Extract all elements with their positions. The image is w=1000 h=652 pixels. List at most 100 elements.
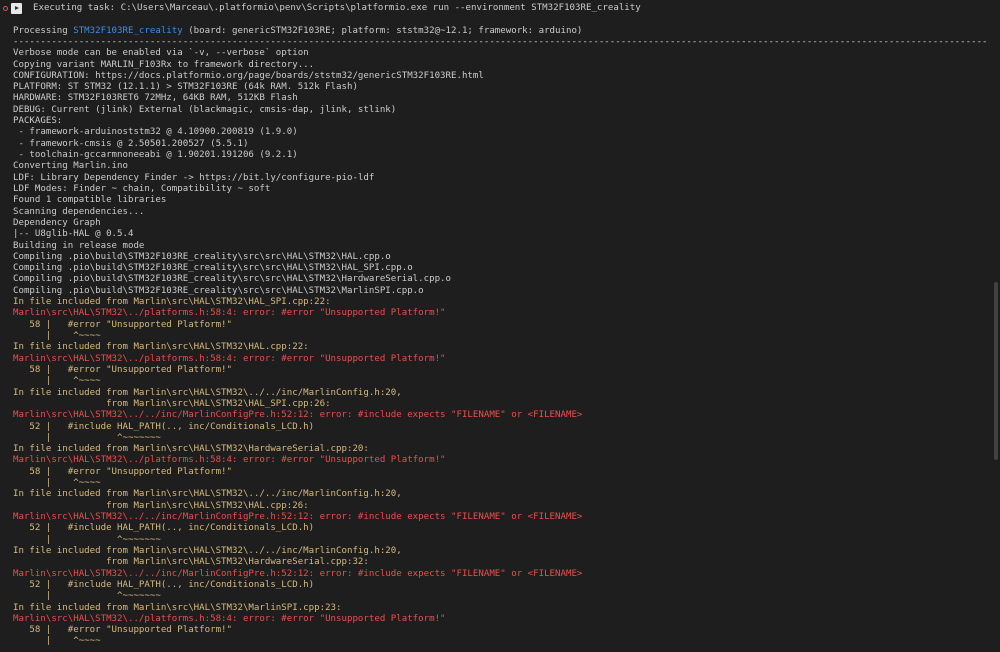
terminal-text: from Marlin\src\HAL\STM32\HAL_SPI.cpp:26…: [13, 398, 331, 409]
terminal-text: from Marlin\src\HAL\STM32\HAL.cpp:26:: [13, 500, 309, 511]
terminal-line: Compiling .pio\build\STM32F103RE_crealit…: [13, 252, 988, 263]
terminal-line: - framework-arduinoststm32 @ 4.10900.200…: [13, 127, 988, 138]
terminal-text: 58 | #error "Unsupported Platform!": [13, 319, 232, 330]
terminal-line: from Marlin\src\HAL\STM32\HAL.cpp:26:: [13, 501, 988, 512]
terminal-line: 52 | #include HAL_PATH(.., inc/Condition…: [13, 580, 988, 591]
terminal-text: (board: genericSTM32F103RE; platform: st…: [182, 25, 583, 36]
terminal-text: | ^~~~~: [13, 636, 101, 647]
terminal-text: CONFIGURATION: https://docs.platformio.o…: [13, 70, 484, 81]
terminal-scrollbar[interactable]: [994, 282, 998, 460]
terminal-line: LDF Modes: Finder ~ chain, Compatibility…: [13, 184, 988, 195]
terminal-output[interactable]: Processing STM32F103RE_creality (board: …: [13, 26, 988, 648]
terminal-text: Compiling .pio\build\STM32F103RE_crealit…: [13, 251, 391, 262]
terminal-text: Marlin\src\HAL\STM32\../platforms.h:58:4…: [13, 613, 446, 624]
terminal-text: Converting Marlin.ino: [13, 161, 128, 172]
terminal-text: | ^~~~~: [13, 376, 101, 387]
terminal-text: DEBUG: Current (jlink) External (blackma…: [13, 104, 397, 115]
terminal-text: Marlin\src\HAL\STM32\../../inc/MarlinCon…: [13, 512, 583, 523]
terminal-line: Building in release mode: [13, 241, 988, 252]
terminal-line: 52 | #include HAL_PATH(.., inc/Condition…: [13, 523, 988, 534]
terminal-line: 58 | #error "Unsupported Platform!": [13, 625, 988, 636]
terminal-text: LDF: Library Dependency Finder -> https:…: [13, 172, 375, 183]
terminal-text: 52 | #include HAL_PATH(.., inc/Condition…: [13, 579, 315, 590]
terminal-text: 58 | #error "Unsupported Platform!": [13, 466, 232, 477]
terminal-text: LDF Modes: Finder ~ chain, Compatibility…: [13, 183, 271, 194]
terminal-line: Compiling .pio\build\STM32F103RE_crealit…: [13, 286, 988, 297]
terminal-text: Dependency Graph: [13, 217, 101, 228]
task-icons: [3, 3, 22, 14]
terminal-line: Marlin\src\HAL\STM32\../platforms.h:58:4…: [13, 308, 988, 319]
terminal-line: CONFIGURATION: https://docs.platformio.o…: [13, 71, 988, 82]
terminal-text: PLATFORM: ST STM32 (12.1.1) > STM32F103R…: [13, 82, 358, 93]
task-header: Executing task: C:\Users\Marceau\.platfo…: [0, 0, 1000, 17]
terminal-text: Marlin\src\HAL\STM32\../../inc/MarlinCon…: [13, 410, 583, 421]
terminal-line: Marlin\src\HAL\STM32\../platforms.h:58:4…: [13, 455, 988, 466]
terminal-line: Marlin\src\HAL\STM32\../../inc/MarlinCon…: [13, 569, 988, 580]
terminal-text: Marlin\src\HAL\STM32\../platforms.h:58:4…: [13, 455, 446, 466]
terminal-text: In file included from Marlin\src\HAL\STM…: [13, 342, 309, 353]
terminal-line: | ^~~~~: [13, 376, 988, 387]
terminal-line: Marlin\src\HAL\STM32\../../inc/MarlinCon…: [13, 512, 988, 523]
terminal-line: | ^~~~~: [13, 478, 988, 489]
terminal-line: 58 | #error "Unsupported Platform!": [13, 467, 988, 478]
terminal-line: from Marlin\src\HAL\STM32\HAL_SPI.cpp:26…: [13, 399, 988, 410]
terminal-line: In file included from Marlin\src\HAL\STM…: [13, 297, 988, 308]
terminal-line: | ^~~~~~~~: [13, 433, 988, 444]
terminal-line: In file included from Marlin\src\HAL\STM…: [13, 489, 988, 500]
terminal-text: | ^~~~~~~~: [13, 591, 161, 602]
terminal-line: HARDWARE: STM32F103RET6 72MHz, 64KB RAM,…: [13, 93, 988, 104]
terminal-line: Processing STM32F103RE_creality (board: …: [13, 26, 988, 37]
terminal-line: In file included from Marlin\src\HAL\STM…: [13, 444, 988, 455]
terminal-line: In file included from Marlin\src\HAL\STM…: [13, 342, 988, 353]
terminal-text: - framework-cmsis @ 2.50501.200527 (5.5.…: [13, 138, 249, 149]
terminal-text: In file included from Marlin\src\HAL\STM…: [13, 545, 402, 556]
terminal-line: |-- U8glib-HAL @ 0.5.4: [13, 229, 988, 240]
terminal-text: - toolchain-gccarmnoneeabi @ 1.90201.191…: [13, 150, 298, 161]
terminal-line: Marlin\src\HAL\STM32\../platforms.h:58:4…: [13, 354, 988, 365]
terminal-line: Compiling .pio\build\STM32F103RE_crealit…: [13, 263, 988, 274]
terminal-text: - framework-arduinoststm32 @ 4.10900.200…: [13, 127, 298, 138]
terminal-text: In file included from Marlin\src\HAL\STM…: [13, 444, 369, 455]
terminal-line: | ^~~~~~~~: [13, 535, 988, 546]
terminal-line: Dependency Graph: [13, 218, 988, 229]
terminal-line: Found 1 compatible libraries: [13, 195, 988, 206]
terminal-text: Marlin\src\HAL\STM32\../../inc/MarlinCon…: [13, 568, 583, 579]
terminal-text: Found 1 compatible libraries: [13, 195, 167, 206]
terminal-text: PACKAGES:: [13, 116, 63, 127]
terminal-line: In file included from Marlin\src\HAL\STM…: [13, 603, 988, 614]
play-icon: [11, 3, 22, 14]
terminal-text: Marlin\src\HAL\STM32\../platforms.h:58:4…: [13, 308, 446, 319]
terminal-text: In file included from Marlin\src\HAL\STM…: [13, 602, 342, 613]
radio-icon[interactable]: [3, 6, 8, 11]
terminal-line: - toolchain-gccarmnoneeabi @ 1.90201.191…: [13, 150, 988, 161]
terminal-line: In file included from Marlin\src\HAL\STM…: [13, 546, 988, 557]
terminal-line: ----------------------------------------…: [13, 37, 988, 48]
terminal-line: DEBUG: Current (jlink) External (blackma…: [13, 105, 988, 116]
terminal-text: 52 | #include HAL_PATH(.., inc/Condition…: [13, 421, 315, 432]
terminal-line: 52 | #include HAL_PATH(.., inc/Condition…: [13, 422, 988, 433]
terminal-text: 58 | #error "Unsupported Platform!": [13, 625, 232, 636]
terminal-text: Verbose mode can be enabled via `-v, --v…: [13, 48, 309, 59]
terminal-text: | ^~~~~: [13, 478, 101, 489]
terminal-line: | ^~~~~: [13, 636, 988, 647]
terminal-text: In file included from Marlin\src\HAL\STM…: [13, 297, 331, 308]
terminal-line: Verbose mode can be enabled via `-v, --v…: [13, 48, 988, 59]
terminal-line: LDF: Library Dependency Finder -> https:…: [13, 173, 988, 184]
terminal-line: - framework-cmsis @ 2.50501.200527 (5.5.…: [13, 139, 988, 150]
task-title: Executing task: C:\Users\Marceau\.platfo…: [33, 3, 641, 13]
terminal-text: ----------------------------------------…: [13, 36, 988, 47]
terminal-text: from Marlin\src\HAL\STM32\HardwareSerial…: [13, 557, 369, 568]
terminal-line: Copying variant MARLIN_F103Rx to framewo…: [13, 60, 988, 71]
terminal-text: Compiling .pio\build\STM32F103RE_crealit…: [13, 285, 424, 296]
terminal-text: Compiling .pio\build\STM32F103RE_crealit…: [13, 263, 413, 274]
terminal-text: Marlin\src\HAL\STM32\../platforms.h:58:4…: [13, 353, 446, 364]
terminal-line: Compiling .pio\build\STM32F103RE_crealit…: [13, 274, 988, 285]
terminal-line: Scanning dependencies...: [13, 207, 988, 218]
terminal-text: Compiling .pio\build\STM32F103RE_crealit…: [13, 274, 451, 285]
terminal-text: Building in release mode: [13, 240, 145, 251]
terminal-line: Converting Marlin.ino: [13, 161, 988, 172]
terminal-text: In file included from Marlin\src\HAL\STM…: [13, 489, 402, 500]
terminal-line: Marlin\src\HAL\STM32\../../inc/MarlinCon…: [13, 410, 988, 421]
terminal-line: | ^~~~~~~~: [13, 591, 988, 602]
terminal-text: 58 | #error "Unsupported Platform!": [13, 364, 232, 375]
